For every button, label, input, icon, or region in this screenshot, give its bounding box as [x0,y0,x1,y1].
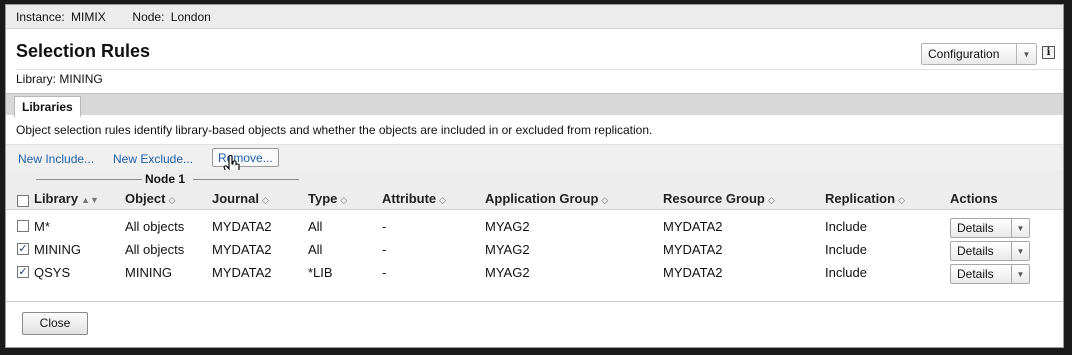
row-checkbox[interactable] [17,220,29,232]
cell-type: All [308,219,323,234]
footer-divider [6,301,1063,302]
column-header-application-group[interactable]: Application Group ◇ [485,191,608,206]
node-value: London [170,10,211,24]
cell-object: MINING [125,265,172,280]
chevron-down-icon[interactable]: ▼ [1011,265,1029,283]
column-header-library[interactable]: Library ▲▼ [34,191,99,206]
row-checkbox[interactable]: ✓ [17,266,29,278]
cell-library: QSYS [34,265,71,280]
cell-replication: Include [825,219,867,234]
tab-libraries[interactable]: Libraries [14,96,81,117]
node-label: Node: [132,10,165,24]
cell-resource-group: MYDATA2 [663,242,723,257]
info-icon[interactable]: i [1042,46,1055,59]
library-line-label: Library: [16,72,57,86]
rules-table: Node 1 Library ▲▼ Object ◇ Journal ◇ Type ◇ … [6,170,1063,300]
cell-replication: Include [825,265,867,280]
select-all-checkbox[interactable] [17,195,29,207]
column-header-type[interactable]: Type ◇ [308,191,347,206]
cell-resource-group: MYDATA2 [663,265,723,280]
details-button[interactable]: Details ▼ [950,264,1030,284]
cell-library: MINING [34,242,81,257]
new-exclude-link[interactable]: New Exclude... [113,152,193,166]
page-title: Selection Rules [16,41,151,61]
column-header-object[interactable]: Object ◇ [125,191,175,206]
library-line: Library: MINING [16,69,1063,86]
column-header-actions: Actions [950,191,998,206]
group-header-node: Node 1 [145,172,186,186]
table-header: Node 1 Library ▲▼ Object ◇ Journal ◇ Type ◇ … [6,170,1063,210]
remove-button[interactable]: Remove... [212,148,279,167]
window: Instance: MIMIX Node: London Selection R… [5,4,1064,348]
column-header-attribute[interactable]: Attribute ◇ [382,191,446,206]
column-header-resource-group[interactable]: Resource Group ◇ [663,191,775,206]
cell-resource-group: MYDATA2 [663,219,723,234]
cell-object: All objects [125,242,185,257]
cell-journal: MYDATA2 [212,242,272,257]
column-header-replication[interactable]: Replication ◇ [825,191,905,206]
chevron-down-icon[interactable]: ▼ [1011,219,1029,237]
action-bar: New Include... New Exclude... Remove... [6,144,1063,177]
cell-attribute: - [382,219,387,234]
cell-application-group: MYAG2 [485,219,530,234]
column-header-journal[interactable]: Journal ◇ [212,191,269,206]
cell-attribute: - [382,265,387,280]
chevron-down-icon[interactable]: ▼ [1016,44,1036,64]
cell-type: *LIB [308,265,333,280]
chevron-down-icon[interactable]: ▼ [1011,242,1029,260]
cell-attribute: - [382,242,387,257]
cell-object: All objects [125,219,185,234]
row-checkbox[interactable]: ✓ [17,243,29,255]
description: Object selection rules identify library-… [16,123,653,137]
instance-bar: Instance: MIMIX Node: London [6,5,1063,29]
library-line-value: MINING [59,72,103,86]
cell-type: All [308,242,323,257]
cell-application-group: MYAG2 [485,265,530,280]
cell-replication: Include [825,242,867,257]
instance-label: Instance: [16,10,65,24]
configuration-select-value: Configuration [928,47,1000,61]
close-button[interactable]: Close [22,312,88,335]
cell-journal: MYDATA2 [212,265,272,280]
details-button[interactable]: Details ▼ [950,241,1030,261]
tab-bar: Libraries [6,93,1063,117]
new-include-link[interactable]: New Include... [18,152,94,166]
details-button[interactable]: Details ▼ [950,218,1030,238]
cell-application-group: MYAG2 [485,242,530,257]
cell-journal: MYDATA2 [212,219,272,234]
configuration-select[interactable]: Configuration ▼ [921,43,1037,65]
cell-library: M* [34,219,50,234]
instance-value: MIMIX [71,10,106,24]
